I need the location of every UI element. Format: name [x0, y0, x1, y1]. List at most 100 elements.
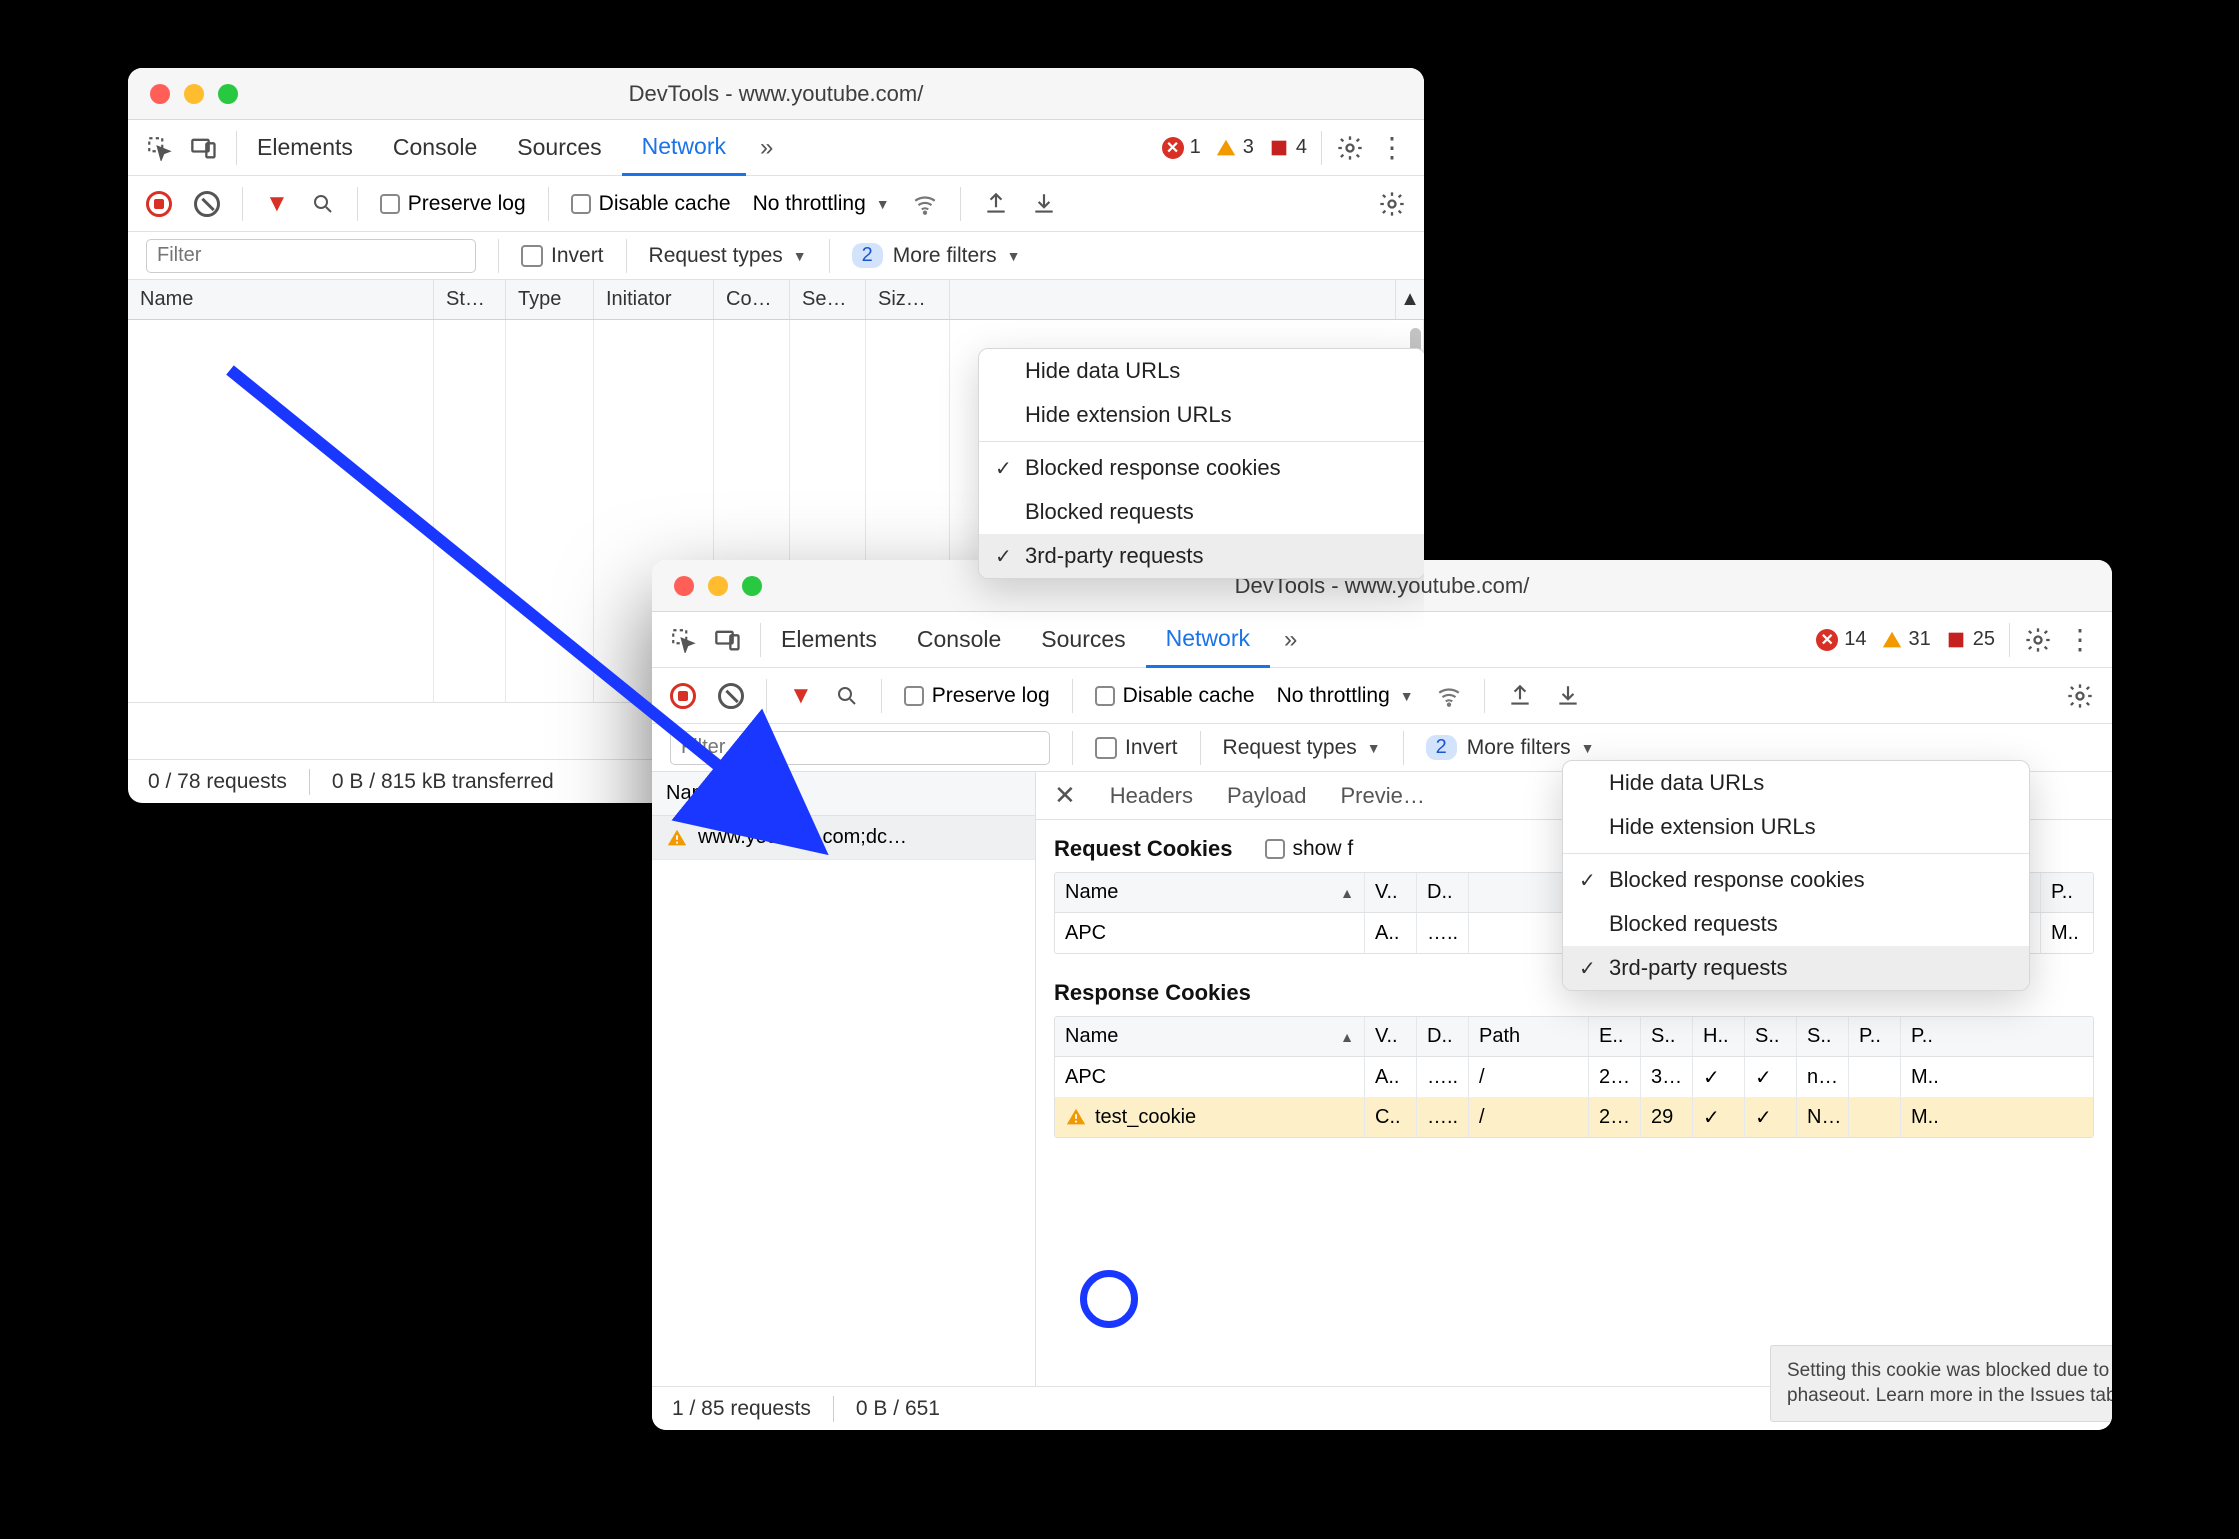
- more-filters-menu: Hide data URLs Hide extension URLs Block…: [978, 348, 1424, 579]
- col-initiator[interactable]: Initiator: [594, 280, 714, 319]
- device-toolbar-icon[interactable]: [190, 134, 218, 162]
- menu-item-blocked-cookies[interactable]: Blocked response cookies: [979, 446, 1424, 490]
- close-window-button[interactable]: [150, 84, 170, 104]
- minimize-window-button[interactable]: [184, 84, 204, 104]
- warning-count[interactable]: 31: [1881, 628, 1931, 651]
- filter-count-badge: 2: [1426, 735, 1457, 760]
- table-row[interactable]: APC A.. ….. / 2… 3… ✓ ✓ n… M..: [1055, 1057, 2093, 1097]
- inspect-element-icon[interactable]: [146, 135, 172, 161]
- error-count[interactable]: 1: [1162, 136, 1201, 159]
- col-size[interactable]: Siz…: [866, 280, 950, 319]
- warning-icon: [1881, 629, 1903, 651]
- preserve-log-checkbox[interactable]: Preserve log: [380, 192, 526, 216]
- menu-item-third-party[interactable]: 3rd-party requests: [1563, 946, 2029, 990]
- error-icon: [1162, 137, 1184, 159]
- network-toolbar: ▼ Preserve log Disable cache No throttli…: [128, 176, 1424, 232]
- settings-icon[interactable]: [2024, 626, 2052, 654]
- tab-console[interactable]: Console: [373, 120, 497, 176]
- menu-item-hide-data-urls[interactable]: Hide data URLs: [979, 349, 1424, 393]
- close-detail-icon[interactable]: ✕: [1054, 780, 1076, 811]
- error-count[interactable]: 14: [1816, 628, 1866, 651]
- filter-icon[interactable]: ▼: [265, 190, 289, 218]
- show-filtered-checkbox[interactable]: show f: [1265, 837, 1354, 861]
- more-filters-menu-2: Hide data URLs Hide extension URLs Block…: [1562, 760, 2030, 991]
- col-content[interactable]: Co…: [714, 280, 790, 319]
- titlebar: DevTools - www.youtube.com/: [128, 68, 1424, 120]
- record-button[interactable]: [146, 191, 172, 217]
- kebab-menu-icon[interactable]: ⋮: [1378, 131, 1406, 164]
- more-filters-dropdown[interactable]: 2 More filters▼: [1426, 735, 1595, 760]
- request-types-dropdown[interactable]: Request types▼: [1223, 736, 1381, 760]
- tab-console[interactable]: Console: [897, 612, 1021, 668]
- col-type[interactable]: Type: [506, 280, 594, 319]
- warning-icon: [1215, 137, 1237, 159]
- tab-preview[interactable]: Previe…: [1340, 783, 1424, 809]
- throttling-select[interactable]: No throttling▼: [753, 192, 890, 216]
- blocked-cookie-tooltip: Setting this cookie was blocked due to t…: [1770, 1345, 2112, 1422]
- request-types-dropdown[interactable]: Request types▼: [649, 244, 807, 268]
- menu-item-blocked-cookies[interactable]: Blocked response cookies: [1563, 858, 2029, 902]
- menu-item-third-party[interactable]: 3rd-party requests: [979, 534, 1424, 578]
- annotation-circle: [1080, 1270, 1138, 1328]
- error-icon: [1816, 629, 1838, 651]
- network-conditions-icon[interactable]: [912, 191, 938, 217]
- preserve-log-checkbox[interactable]: Preserve log: [904, 684, 1050, 708]
- import-har-icon[interactable]: [1507, 683, 1533, 709]
- info-icon: [1268, 137, 1290, 159]
- export-har-icon[interactable]: [1031, 191, 1057, 217]
- filter-bar: Invert Request types▼ 2 More filters▼: [128, 232, 1424, 280]
- import-har-icon[interactable]: [983, 191, 1009, 217]
- transfer-size: 0 B / 651: [856, 1397, 940, 1421]
- kebab-menu-icon[interactable]: ⋮: [2066, 623, 2094, 656]
- menu-item-hide-ext-urls[interactable]: Hide extension URLs: [979, 393, 1424, 437]
- grid-headers: Name St… Type Initiator Co… Se… Siz… ▲: [128, 280, 1424, 320]
- menu-item-blocked-requests[interactable]: Blocked requests: [1563, 902, 2029, 946]
- annotation-arrow: [210, 350, 850, 890]
- network-conditions-icon[interactable]: [1436, 683, 1462, 709]
- menu-item-hide-ext-urls[interactable]: Hide extension URLs: [1563, 805, 2029, 849]
- tab-sources[interactable]: Sources: [497, 120, 621, 176]
- panel-tabs: Elements Console Sources Network » 1 3 4…: [128, 120, 1424, 176]
- tab-sources[interactable]: Sources: [1021, 612, 1145, 668]
- invert-checkbox[interactable]: Invert: [521, 244, 604, 268]
- settings-icon[interactable]: [1336, 134, 1364, 162]
- menu-item-blocked-requests[interactable]: Blocked requests: [979, 490, 1424, 534]
- throttling-select[interactable]: No throttling▼: [1277, 684, 1414, 708]
- network-settings-icon[interactable]: [1378, 190, 1406, 218]
- tab-headers[interactable]: Headers: [1110, 783, 1193, 809]
- request-count: 1 / 85 requests: [672, 1397, 811, 1421]
- network-settings-icon[interactable]: [2066, 682, 2094, 710]
- network-toolbar: ▼ Preserve log Disable cache No throttli…: [652, 668, 2112, 724]
- col-set[interactable]: Se…: [790, 280, 866, 319]
- sort-indicator[interactable]: ▲: [1396, 280, 1424, 319]
- more-tabs-icon[interactable]: »: [746, 134, 787, 162]
- more-tabs-icon[interactable]: »: [1270, 626, 1311, 654]
- table-row-blocked[interactable]: test_cookie C.. ….. / 2… 29 ✓ ✓ N… M..: [1055, 1097, 2093, 1137]
- devtools-window-2: DevTools - www.youtube.com/ Elements Con…: [652, 560, 2112, 1430]
- zoom-window-button[interactable]: [218, 84, 238, 104]
- panel-tabs: Elements Console Sources Network » 14 31…: [652, 612, 2112, 668]
- col-name[interactable]: Name: [128, 280, 434, 319]
- search-icon[interactable]: [311, 192, 335, 216]
- response-cookies-table: Name▲ V.. D.. Path E.. S.. H.. S.. S.. P…: [1054, 1016, 2094, 1138]
- window-title: DevTools - www.youtube.com/: [128, 81, 1424, 107]
- disable-cache-checkbox[interactable]: Disable cache: [571, 192, 731, 216]
- export-har-icon[interactable]: [1555, 683, 1581, 709]
- info-icon: [1945, 629, 1967, 651]
- clear-button[interactable]: [194, 191, 220, 217]
- warning-count[interactable]: 3: [1215, 136, 1254, 159]
- menu-item-hide-data-urls[interactable]: Hide data URLs: [1563, 761, 2029, 805]
- disable-cache-checkbox[interactable]: Disable cache: [1095, 684, 1255, 708]
- tab-network[interactable]: Network: [622, 120, 746, 176]
- invert-checkbox[interactable]: Invert: [1095, 736, 1178, 760]
- more-filters-dropdown[interactable]: 2 More filters▼: [852, 243, 1021, 268]
- tab-elements[interactable]: Elements: [237, 120, 373, 176]
- filter-input[interactable]: [146, 239, 476, 273]
- filter-count-badge: 2: [852, 243, 883, 268]
- info-count[interactable]: 25: [1945, 628, 1995, 651]
- info-count[interactable]: 4: [1268, 136, 1307, 159]
- tab-network[interactable]: Network: [1146, 612, 1270, 668]
- warning-icon: [1065, 1106, 1087, 1128]
- tab-payload[interactable]: Payload: [1227, 783, 1307, 809]
- col-status[interactable]: St…: [434, 280, 506, 319]
